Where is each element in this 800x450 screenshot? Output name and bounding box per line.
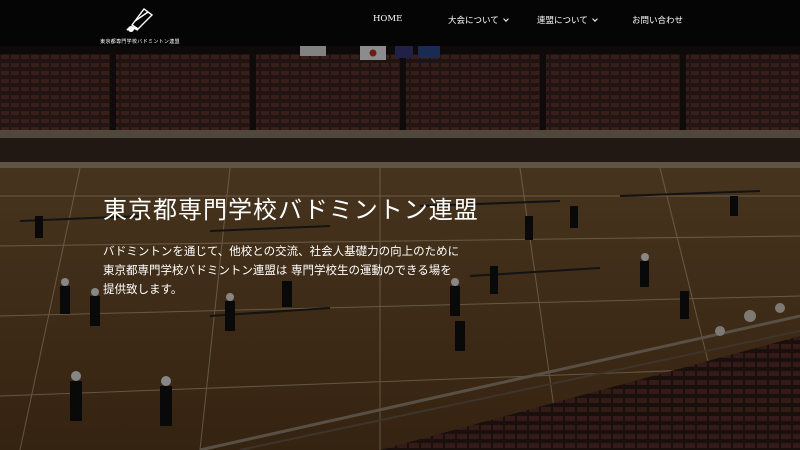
nav-contact[interactable]: お問い合わせ bbox=[632, 14, 683, 26]
nav-tournament-label: 大会について bbox=[448, 16, 499, 26]
hero-line-2: 東京都専門学校バドミントン連盟は 専門学校生の運動のできる場を bbox=[103, 263, 452, 277]
nav-home-label: HOME bbox=[373, 14, 403, 24]
site-logo[interactable]: 東京都専門学校バドミントン連盟 bbox=[100, 3, 180, 45]
page: 東京都専門学校バドミントン連盟 HOME 大会について 連盟について お問い合わ… bbox=[0, 0, 800, 450]
nav-home[interactable]: HOME bbox=[373, 14, 402, 24]
nav-contact-label: お問い合わせ bbox=[632, 16, 684, 26]
nav-federation-label: 連盟について bbox=[537, 16, 588, 26]
chevron-down-icon bbox=[591, 16, 598, 22]
shuttlecock-icon bbox=[126, 8, 154, 32]
hero-line-3: 提供致します。 bbox=[103, 282, 183, 296]
logo-text: 東京都専門学校バドミントン連盟 bbox=[100, 39, 180, 45]
hero-section: 東京都専門学校バドミントン連盟 バドミントンを通じて、他校との交流、社会人基礎力… bbox=[0, 46, 800, 450]
hero-line-1: バドミントンを通じて、他校との交流、社会人基礎力の向上のために bbox=[103, 244, 460, 258]
hero-description: バドミントンを通じて、他校との交流、社会人基礎力の向上のために 東京都専門学校バ… bbox=[103, 242, 459, 299]
nav-federation[interactable]: 連盟について bbox=[537, 14, 598, 26]
site-header: 東京都専門学校バドミントン連盟 HOME 大会について 連盟について お問い合わ… bbox=[0, 0, 800, 46]
chevron-down-icon bbox=[502, 16, 509, 22]
nav-tournament[interactable]: 大会について bbox=[448, 14, 509, 26]
hero-title: 東京都専門学校バドミントン連盟 bbox=[103, 196, 479, 224]
